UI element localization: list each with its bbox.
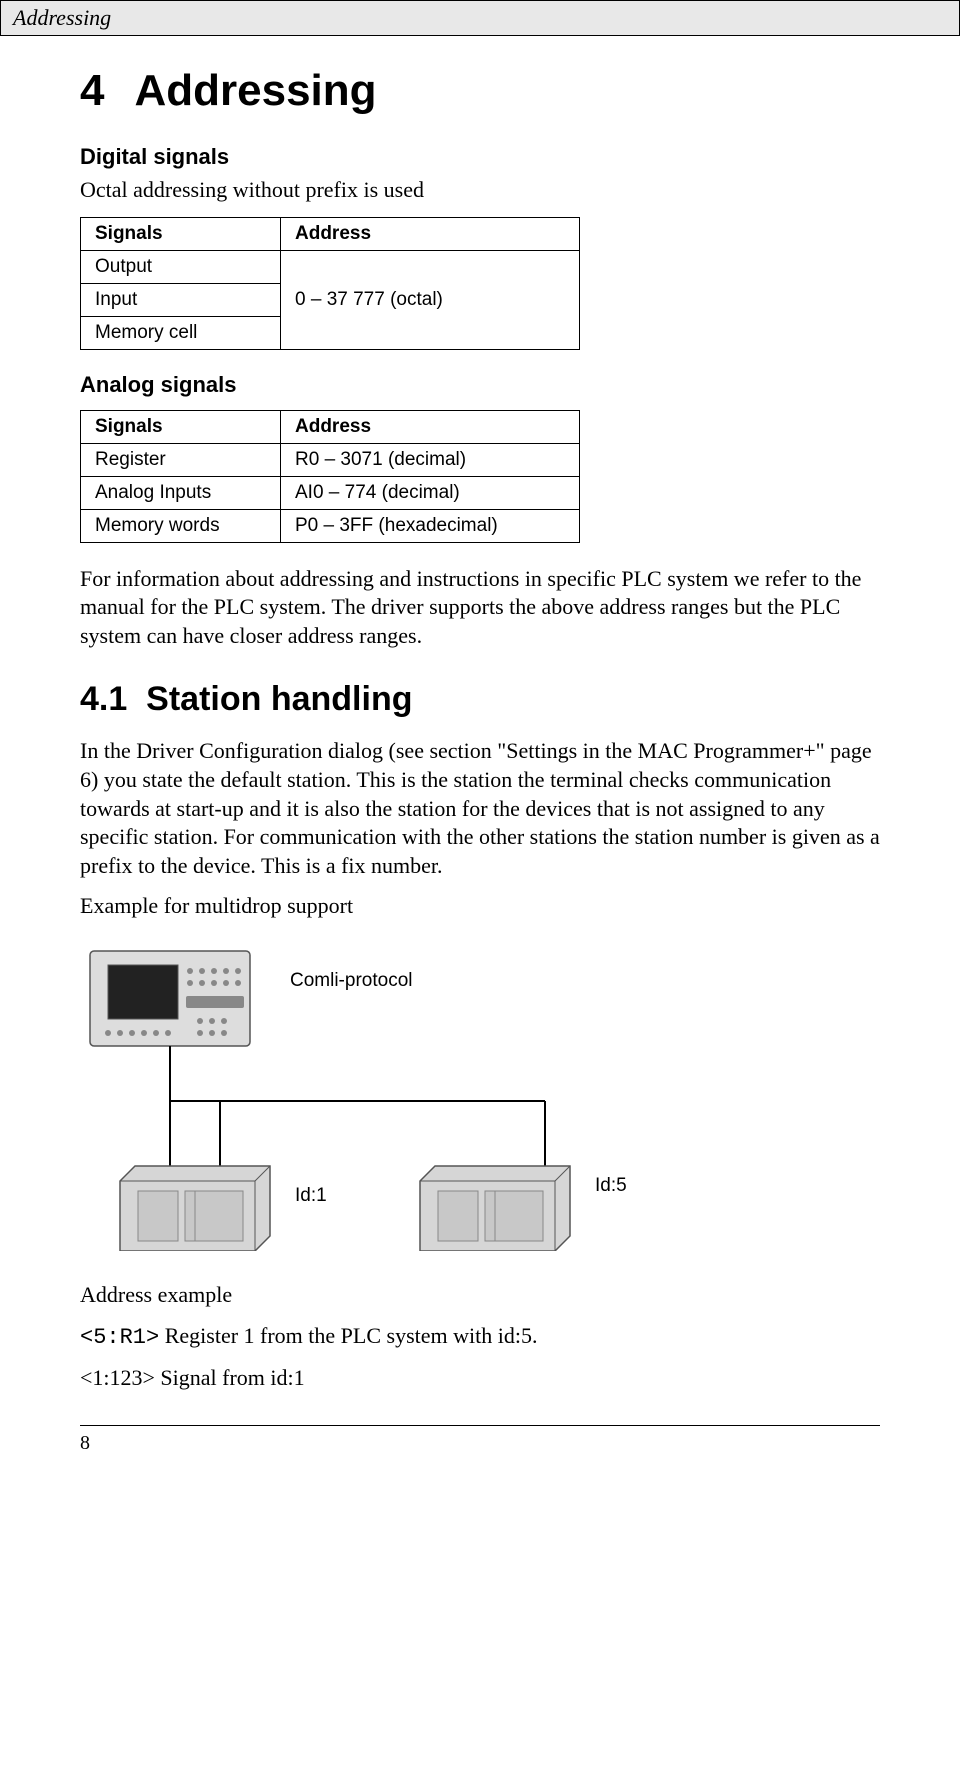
section-heading: 4.1 Station handling: [80, 680, 880, 719]
page-number: 8: [80, 1432, 90, 1454]
analog-heading: Analog signals: [80, 372, 880, 398]
paragraph-info: For information about addressing and ins…: [80, 565, 880, 651]
protocol-label: Comli-protocol: [290, 970, 412, 991]
table-row: Signals Address: [81, 217, 580, 250]
table-row: Analog Inputs AI0 – 774 (decimal): [81, 476, 580, 509]
page-footer: 8: [0, 1425, 960, 1455]
cell-signal: Register: [81, 443, 281, 476]
paragraph-example: Example for multidrop support: [80, 892, 880, 921]
footer-rule: [80, 1425, 880, 1426]
page-content: 4 Addressing Digital signals Octal addres…: [0, 36, 960, 1425]
col-address: Address: [281, 217, 580, 250]
cell-address: AI0 – 774 (decimal): [281, 476, 580, 509]
cell-signal: Input: [81, 283, 281, 316]
cell-address: R0 – 3071 (decimal): [281, 443, 580, 476]
cell-signal: Output: [81, 250, 281, 283]
line1-text: Register 1 from the PLC system with id:5…: [159, 1323, 537, 1348]
col-signals: Signals: [81, 410, 281, 443]
code-5r1: <5:R1>: [80, 1325, 159, 1350]
chapter-heading: 4 Addressing: [80, 66, 880, 116]
digital-table: Signals Address Output 0 – 37 777 (octal…: [80, 217, 580, 350]
analog-table: Signals Address Register R0 – 3071 (deci…: [80, 410, 580, 543]
cell-signal: Analog Inputs: [81, 476, 281, 509]
cell-address: P0 – 3FF (hexadecimal): [281, 509, 580, 542]
address-example-line2: <1:123> Signal from id:1: [80, 1364, 880, 1393]
address-example-heading: Address example: [80, 1281, 880, 1310]
cell-signal: Memory words: [81, 509, 281, 542]
address-example-line1: <5:R1> Register 1 from the PLC system wi…: [80, 1322, 880, 1353]
col-signals: Signals: [81, 217, 281, 250]
id5-label: Id:5: [595, 1175, 627, 1196]
col-address: Address: [281, 410, 580, 443]
paragraph-station: In the Driver Configuration dialog (see …: [80, 737, 880, 880]
table-row: Register R0 – 3071 (decimal): [81, 443, 580, 476]
id1-label: Id:1: [295, 1185, 327, 1206]
multidrop-diagram: Comli-protocol Id:1: [80, 941, 680, 1251]
chapter-number: 4: [80, 66, 104, 116]
chapter-title: Addressing: [134, 66, 376, 115]
digital-intro: Octal addressing without prefix is used: [80, 176, 880, 205]
table-row: Output 0 – 37 777 (octal): [81, 250, 580, 283]
cell-signal: Memory cell: [81, 316, 281, 349]
page-header: Addressing: [0, 0, 960, 36]
digital-heading: Digital signals: [80, 144, 880, 170]
table-row: Signals Address: [81, 410, 580, 443]
section-number: 4.1: [80, 680, 127, 718]
cell-address: 0 – 37 777 (octal): [281, 250, 580, 349]
header-title: Addressing: [13, 5, 111, 30]
section-title: Station handling: [146, 680, 412, 718]
table-row: Memory words P0 – 3FF (hexadecimal): [81, 509, 580, 542]
